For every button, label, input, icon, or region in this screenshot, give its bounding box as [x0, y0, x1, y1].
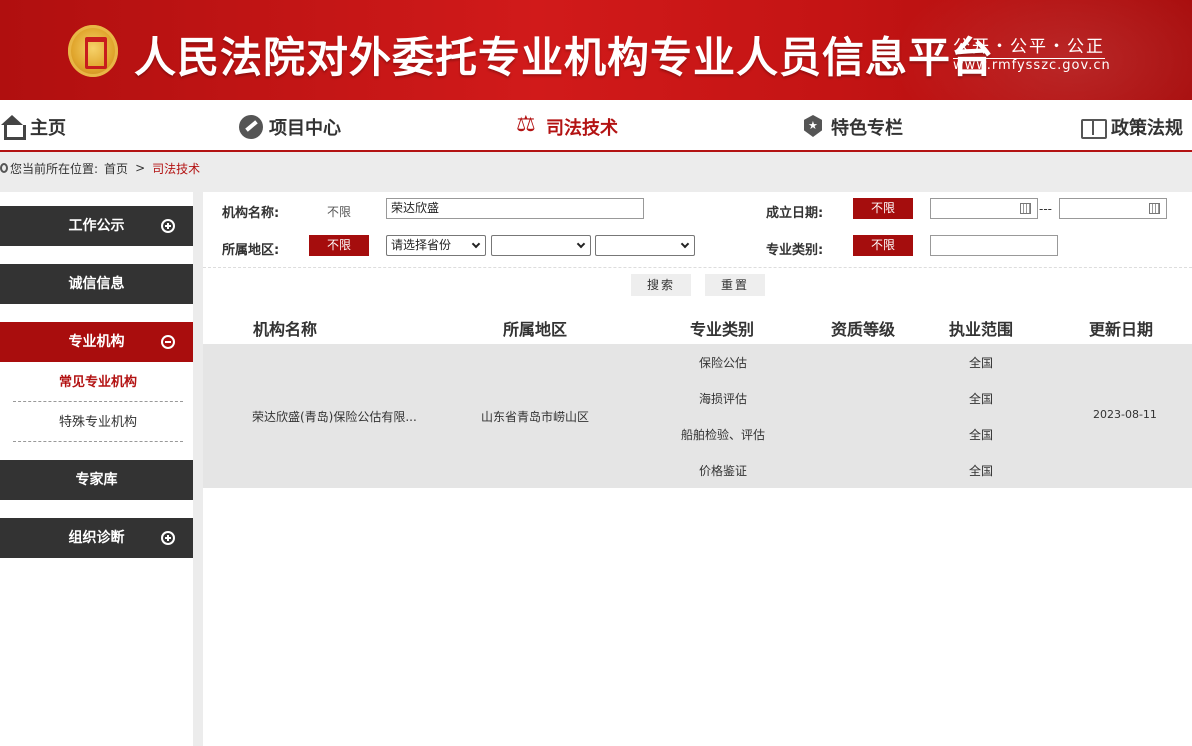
column-header-category: 专业类别 — [690, 320, 755, 339]
breadcrumb-current[interactable]: 司法技术 — [152, 160, 200, 177]
category-input[interactable] — [930, 235, 1058, 256]
collapse-minus-icon[interactable] — [161, 335, 175, 349]
column-header-qualification: 资质等级 — [831, 320, 896, 339]
district-select[interactable] — [595, 235, 695, 256]
established-date-label: 成立日期: — [766, 206, 824, 221]
row-category: 船舶检验、评估 — [680, 428, 766, 442]
row-institution-name[interactable]: 荣达欣盛(青岛)保险公估有限... — [252, 408, 417, 425]
sidebar-item-label: 组织诊断 — [68, 530, 125, 546]
nav-item-judicial-tech[interactable]: 司法技术 — [516, 112, 618, 140]
breadcrumb-prefix: 您当前所在位置: — [10, 161, 99, 176]
filter-divider — [203, 267, 1192, 268]
site-url: www.rmfysszc.gov.cn — [953, 58, 1111, 73]
calendar-icon[interactable] — [1020, 203, 1031, 214]
sidebar-subitem-special-institutions[interactable]: 特殊专业机构 — [13, 404, 183, 442]
date-to-input[interactable] — [1059, 198, 1167, 219]
scale-icon — [516, 112, 540, 139]
nav-item-label: 政策法规 — [1111, 118, 1183, 139]
sidebar-item-expert-pool[interactable]: 专家库 — [0, 460, 193, 500]
institution-name-unlimited[interactable]: 不限 — [327, 203, 351, 220]
book-icon — [1081, 115, 1107, 139]
reset-button[interactable]: 重置 — [705, 274, 765, 296]
row-region: 山东省青岛市崂山区 — [481, 410, 590, 424]
province-select[interactable]: 请选择省份 — [386, 235, 486, 256]
location-pin-icon — [0, 163, 8, 173]
badge-star-icon — [801, 115, 825, 139]
sidebar: 工作公示 诚信信息 专业机构 常见专业机构 特殊专业机构 专家库 组织诊断 — [0, 192, 193, 746]
sidebar-item-label: 专业机构 — [68, 334, 125, 350]
breadcrumb: 您当前所在位置: 首页 > 司法技术 — [0, 159, 200, 177]
date-from-input[interactable] — [930, 198, 1038, 219]
column-header-region: 所属地区 — [503, 320, 568, 339]
column-header-name: 机构名称 — [253, 320, 318, 339]
nav-item-label: 主页 — [30, 118, 66, 139]
breadcrumb-separator: > — [135, 161, 146, 175]
calendar-icon[interactable] — [1149, 203, 1160, 214]
sidebar-item-work-notice[interactable]: 工作公示 — [0, 206, 193, 246]
established-date-unlimited-button[interactable]: 不限 — [853, 198, 913, 219]
column-header-scope: 执业范围 — [949, 320, 1014, 339]
row-category: 保险公估 — [698, 356, 748, 370]
row-scope: 全国 — [968, 356, 994, 370]
row-scope: 全国 — [968, 392, 994, 406]
expand-plus-icon[interactable] — [161, 219, 175, 233]
nav-item-label: 特色专栏 — [831, 118, 903, 139]
sidebar-item-label: 诚信信息 — [68, 276, 125, 292]
row-scope: 全国 — [968, 464, 994, 478]
breadcrumb-home-link[interactable]: 首页 — [104, 160, 128, 177]
nav-item-features[interactable]: 特色专栏 — [801, 114, 903, 140]
home-icon — [0, 115, 26, 140]
site-slogan: 公开・公平・公正 — [953, 32, 1105, 59]
sidebar-subitem-common-institutions[interactable]: 常见专业机构 — [13, 364, 183, 402]
search-button[interactable]: 搜索 — [631, 274, 691, 296]
chevron-down-icon — [576, 239, 586, 249]
nav-item-policies[interactable]: 政策法规 — [1081, 114, 1183, 140]
region-unlimited-button[interactable]: 不限 — [309, 235, 369, 256]
row-scope: 全国 — [968, 428, 994, 442]
sidebar-item-credit-info[interactable]: 诚信信息 — [0, 264, 193, 304]
city-select[interactable] — [491, 235, 591, 256]
nav-item-home[interactable]: 主页 — [0, 114, 66, 140]
province-select-value: 请选择省份 — [391, 238, 452, 252]
sidebar-item-label: 专家库 — [75, 472, 118, 488]
nav-item-label: 司法技术 — [546, 118, 618, 139]
site-title: 人民法院对外委托专业机构专业人员信息平台 — [134, 33, 995, 82]
main-content: 机构名称: 不限 荣达欣盛 成立日期: 不限 --- 所属地区: 不限 请选择省… — [203, 192, 1192, 746]
region-label: 所属地区: — [222, 243, 280, 258]
category-unlimited-button[interactable]: 不限 — [853, 235, 913, 256]
category-label: 专业类别: — [766, 243, 824, 258]
row-updated-date: 2023-08-11 — [1093, 408, 1157, 421]
row-category: 价格鉴证 — [698, 464, 748, 478]
gavel-icon — [239, 115, 263, 139]
main-nav: 主页 项目中心 司法技术 特色专栏 政策法规 — [0, 100, 1192, 152]
table-row[interactable]: 荣达欣盛(青岛)保险公估有限... 山东省青岛市崂山区 保险公估 海损评估 船舶… — [203, 344, 1192, 488]
nav-item-label: 项目中心 — [269, 118, 341, 139]
court-emblem-icon — [68, 25, 118, 77]
sidebar-item-label: 工作公示 — [68, 218, 125, 234]
chevron-down-icon — [471, 239, 481, 249]
date-range-separator: --- — [1039, 202, 1052, 216]
nav-item-projects[interactable]: 项目中心 — [239, 114, 341, 140]
sidebar-item-organization-diagnosis[interactable]: 组织诊断 — [0, 518, 193, 558]
chevron-down-icon — [680, 239, 690, 249]
institution-name-input[interactable]: 荣达欣盛 — [386, 198, 644, 219]
row-category: 海损评估 — [698, 392, 748, 406]
column-header-updated: 更新日期 — [1089, 320, 1154, 339]
site-banner: 人民法院对外委托专业机构专业人员信息平台 公开・公平・公正 www.rmfyss… — [0, 0, 1192, 100]
expand-plus-icon[interactable] — [161, 531, 175, 545]
sidebar-item-professional-institutions[interactable]: 专业机构 — [0, 322, 193, 362]
institution-name-label: 机构名称: — [222, 206, 280, 221]
